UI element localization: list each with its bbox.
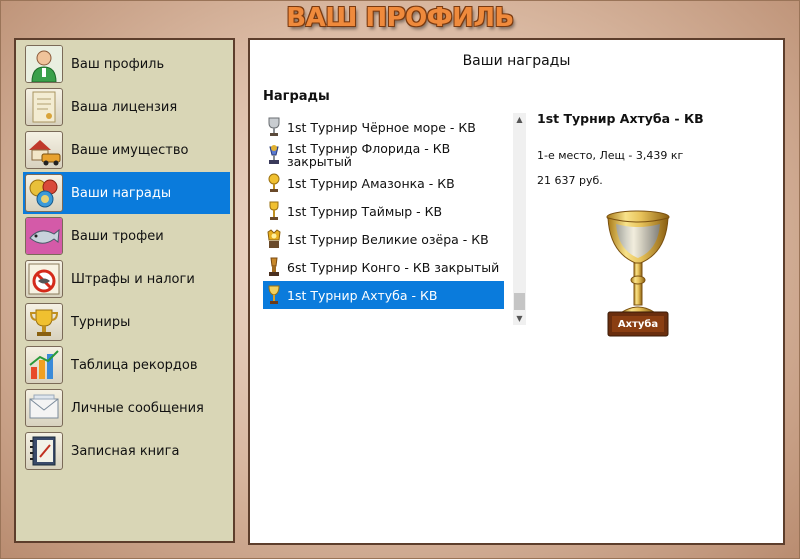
- list-item[interactable]: 1st Турнир Великие озёра - КВ: [263, 225, 504, 253]
- sidebar-item-tournaments[interactable]: Турниры: [23, 301, 230, 343]
- messages-envelope-icon: [25, 389, 63, 427]
- blue-trophy-icon: [265, 144, 283, 166]
- user-profile-icon: [25, 45, 63, 83]
- scroll-up-arrow-icon[interactable]: ▲: [513, 113, 526, 126]
- sidebar-item-label: Ваша лицензия: [71, 99, 178, 115]
- trophy-image: Ахтуба: [602, 208, 674, 340]
- list-item[interactable]: 1st Турнир Амазонка - КВ: [263, 169, 504, 197]
- gold-cup-trophy-icon: [265, 200, 283, 222]
- sidebar-item-label: Ваши трофеи: [71, 228, 164, 244]
- awards-medals-icon: [25, 174, 63, 212]
- sidebar: Ваш профиль Ваша лицензия Ваше имущество…: [14, 38, 235, 543]
- trophy-plate-label: Ахтуба: [617, 319, 659, 330]
- fish-trophy-icon: [25, 217, 63, 255]
- scroll-thumb[interactable]: [514, 293, 525, 310]
- list-item[interactable]: 1st Турнир Флорида - КВ закрытый: [263, 141, 504, 169]
- awards-list[interactable]: 1st Турнир Чёрное море - КВ 1st Турнир Ф…: [263, 113, 513, 325]
- records-chart-icon: [25, 346, 63, 384]
- sidebar-item-label: Ваши награды: [71, 185, 172, 201]
- gold-globe-trophy-icon: [265, 172, 283, 194]
- list-item[interactable]: 1st Турнир Чёрное море - КВ: [263, 113, 504, 141]
- property-house-car-icon: [25, 131, 63, 169]
- sidebar-item-label: Личные сообщения: [71, 400, 204, 416]
- sidebar-item-profile[interactable]: Ваш профиль: [23, 43, 230, 85]
- awards-panel: Ваши награды Награды 1st Турнир Чёрное м…: [248, 38, 785, 545]
- sidebar-item-notebook[interactable]: Записная книга: [23, 430, 230, 472]
- sidebar-item-awards[interactable]: Ваши награды: [23, 172, 230, 214]
- scroll-down-arrow-icon[interactable]: ▼: [513, 312, 526, 325]
- sidebar-item-label: Турниры: [71, 314, 131, 330]
- page-title: ВАШ ПРОФИЛЬ: [286, 3, 514, 33]
- awards-heading: Награды: [263, 89, 330, 104]
- award-detail-prize: 21 637 руб.: [537, 174, 603, 187]
- list-item[interactable]: 6st Турнир Конго - КВ закрытый: [263, 253, 504, 281]
- silver-trophy-icon: [265, 116, 283, 138]
- award-detail-place: 1-е место, Лещ - 3,439 кг: [537, 149, 684, 162]
- awards-scrollbar[interactable]: ▲ ▼: [513, 113, 526, 325]
- sidebar-item-label: Ваш профиль: [71, 56, 165, 72]
- sidebar-item-label: Таблица рекордов: [71, 357, 198, 373]
- award-detail-title: 1st Турнир Ахтуба - КВ: [537, 111, 704, 126]
- gold-medal-trophy-icon: [265, 228, 283, 250]
- notebook-icon: [25, 432, 63, 470]
- sidebar-item-label: Ваше имущество: [71, 142, 189, 158]
- sidebar-item-trophies[interactable]: Ваши трофеи: [23, 215, 230, 257]
- sidebar-item-license[interactable]: Ваша лицензия: [23, 86, 230, 128]
- fines-no-fishing-icon: [25, 260, 63, 298]
- list-item[interactable]: 1st Турнир Ахтуба - КВ: [263, 281, 504, 309]
- sidebar-item-messages[interactable]: Личные сообщения: [23, 387, 230, 429]
- sidebar-item-records[interactable]: Таблица рекордов: [23, 344, 230, 386]
- sidebar-item-label: Записная книга: [71, 443, 180, 459]
- gold-chalice-trophy-icon: [265, 284, 283, 306]
- sidebar-item-fines[interactable]: Штрафы и налоги: [23, 258, 230, 300]
- panel-title: Ваши награды: [462, 53, 571, 69]
- list-item[interactable]: 1st Турнир Таймыр - КВ: [263, 197, 504, 225]
- sidebar-item-label: Штрафы и налоги: [71, 271, 195, 287]
- bronze-trophy-icon: [265, 256, 283, 278]
- license-certificate-icon: [25, 88, 63, 126]
- tournament-cup-icon: [25, 303, 63, 341]
- sidebar-item-property[interactable]: Ваше имущество: [23, 129, 230, 171]
